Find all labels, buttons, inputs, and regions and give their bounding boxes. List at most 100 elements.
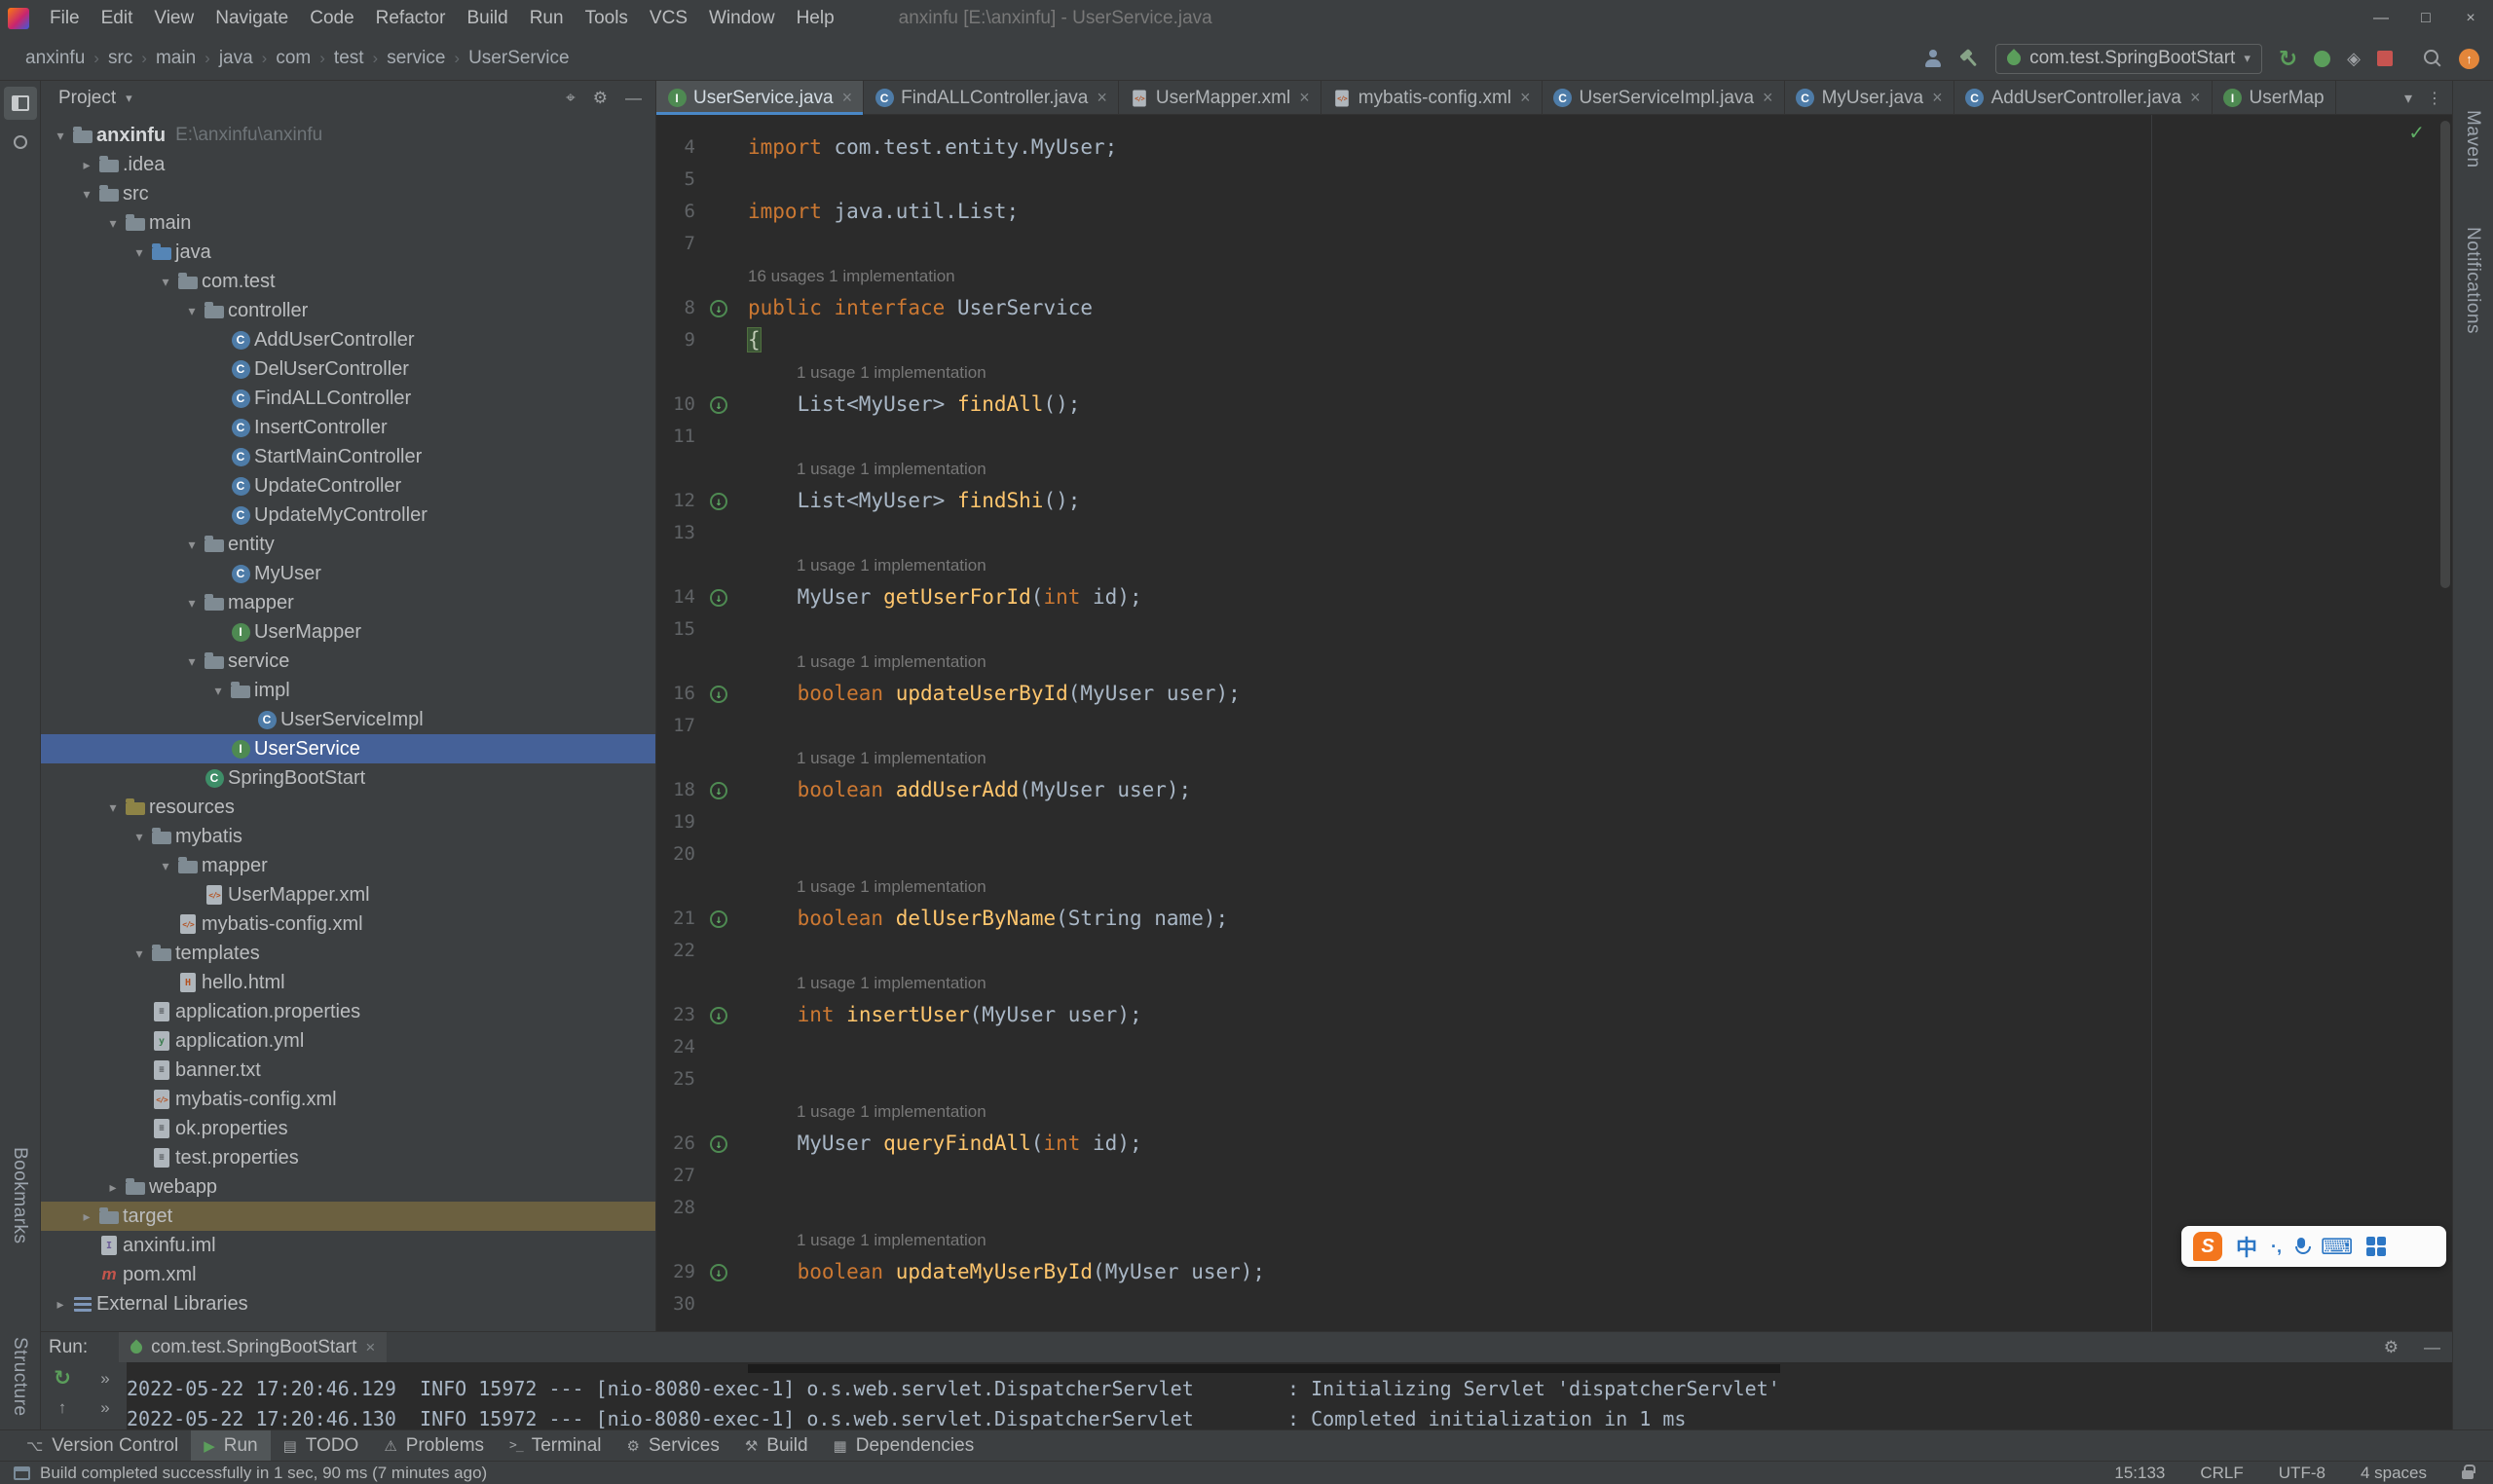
coverage-button[interactable]: ◈: [2347, 49, 2361, 69]
rerun-button[interactable]: ↻: [2279, 46, 2297, 72]
tree-item-idea[interactable]: ▸ .idea: [41, 150, 655, 179]
notifications-tool-button[interactable]: Notifications: [2462, 227, 2483, 334]
implemented-marker-icon[interactable]: ↓: [710, 1006, 727, 1024]
implemented-marker-icon[interactable]: ↓: [710, 909, 727, 928]
tree-chevron-icon[interactable]: ▾: [206, 683, 230, 699]
tree-item-test-properties[interactable]: ≡ test.properties: [41, 1143, 655, 1172]
menu-code[interactable]: Code: [299, 0, 364, 37]
usages-hint[interactable]: 1 usage 1 implementation: [791, 742, 986, 774]
menu-tools[interactable]: Tools: [575, 0, 639, 37]
editor[interactable]: 4 import com.test.entity.MyUser; 5 6 import …: [656, 115, 2452, 1331]
tab-close-icon[interactable]: ×: [1932, 88, 1943, 108]
tree-item-delusercontroller[interactable]: C DelUserController: [41, 354, 655, 384]
breadcrumb-java[interactable]: java: [219, 48, 253, 69]
run-configuration-select[interactable]: com.test.SpringBootStart ▾: [1995, 43, 2262, 74]
bookmarks-tool-button[interactable]: Bookmarks: [9, 1147, 30, 1244]
tree-item-com-test[interactable]: ▾ com.test: [41, 267, 655, 296]
tool-button-build[interactable]: ⚒ Build: [732, 1430, 821, 1462]
structure-tool-button[interactable]: Structure: [9, 1337, 30, 1417]
tree-chevron-icon[interactable]: ▾: [180, 537, 204, 553]
implemented-marker-icon[interactable]: ↓: [710, 492, 727, 510]
tool-button-services[interactable]: ⚙ Services: [614, 1430, 732, 1462]
tool-button-version-control[interactable]: ⌥ Version Control: [14, 1430, 191, 1462]
tree-chevron-icon[interactable]: ▸: [101, 1179, 125, 1196]
tree-chevron-icon[interactable]: ▸: [75, 1208, 98, 1225]
breadcrumb-src[interactable]: src: [108, 48, 132, 69]
chevron-down-icon[interactable]: ▾: [126, 91, 132, 106]
tree-item-usermapper[interactable]: I UserMapper: [41, 617, 655, 647]
menu-window[interactable]: Window: [698, 0, 786, 37]
tree-item-myuser[interactable]: C MyUser: [41, 559, 655, 588]
lock-icon[interactable]: [2462, 1465, 2475, 1479]
window-maximize-button[interactable]: □: [2403, 0, 2448, 37]
editor-tab-userserviceimpl-java[interactable]: C UserServiceImpl.java ×: [1543, 81, 1785, 115]
run-console-tab[interactable]: com.test.SpringBootStart ×: [119, 1332, 388, 1362]
usages-hint[interactable]: 1 usage 1 implementation: [791, 967, 986, 999]
implemented-marker-icon[interactable]: ↓: [710, 299, 727, 317]
microphone-icon[interactable]: [2295, 1238, 2312, 1255]
implemented-marker-icon[interactable]: ↓: [710, 1134, 727, 1153]
editor-tab-mybatis-config-xml[interactable]: </> mybatis-config.xml ×: [1321, 81, 1543, 115]
tree-item-service[interactable]: ▾ service: [41, 647, 655, 676]
usages-hint[interactable]: 1 usage 1 implementation: [791, 646, 986, 678]
project-tool-button[interactable]: [4, 87, 37, 120]
window-minimize-button[interactable]: —: [2359, 0, 2403, 37]
tab-close-icon[interactable]: ×: [1097, 88, 1107, 108]
tree-chevron-icon[interactable]: ▾: [128, 244, 151, 261]
tree-item-updatemycontroller[interactable]: C UpdateMyController: [41, 501, 655, 530]
implemented-marker-icon[interactable]: ↓: [710, 685, 727, 703]
tree-chevron-icon[interactable]: ▾: [180, 595, 204, 612]
window-icon[interactable]: [14, 1465, 30, 1480]
tree-item-addusercontroller[interactable]: C AddUserController: [41, 325, 655, 354]
editor-tab-findallcontroller-java[interactable]: C FindALLController.java ×: [864, 81, 1119, 115]
tree-item-updatecontroller[interactable]: C UpdateController: [41, 471, 655, 501]
tree-item-webapp[interactable]: ▸ webapp: [41, 1172, 655, 1202]
tree-chevron-icon[interactable]: ▾: [49, 128, 72, 144]
ide-update-icon[interactable]: ↑: [2459, 48, 2479, 69]
tree-chevron-icon[interactable]: ▾: [128, 829, 151, 845]
menu-help[interactable]: Help: [786, 0, 845, 37]
tree-chevron-icon[interactable]: ▾: [75, 186, 98, 203]
tree-item-insertcontroller[interactable]: C InsertController: [41, 413, 655, 442]
hide-panel-icon[interactable]: —: [2424, 1338, 2440, 1357]
editor-tab-myuser-java[interactable]: C MyUser.java ×: [1785, 81, 1954, 115]
editor-tab-usermapper-xml[interactable]: </> UserMapper.xml ×: [1119, 81, 1321, 115]
tree-chevron-icon[interactable]: ▾: [180, 653, 204, 670]
build-hammer-icon[interactable]: [1959, 49, 1979, 68]
tree-item-controller[interactable]: ▾ controller: [41, 296, 655, 325]
console-line-2[interactable]: 2022-05-22 17:20:46.130 INFO 15972 --- […: [127, 1404, 2493, 1429]
tree-item-src[interactable]: ▾ src: [41, 179, 655, 208]
user-icon[interactable]: [1923, 49, 1943, 68]
usages-hint[interactable]: 1 usage 1 implementation: [791, 356, 986, 389]
tab-close-icon[interactable]: ×: [1299, 88, 1310, 108]
tree-chevron-icon[interactable]: ▾: [101, 799, 125, 816]
tree-item-external-libraries[interactable]: ▸ External Libraries: [41, 1289, 655, 1318]
maven-tool-button[interactable]: Maven: [2462, 110, 2483, 168]
console[interactable]: 2022-05-22 17:20:46.129 INFO 15972 --- […: [127, 1362, 2493, 1429]
tree-chevron-icon[interactable]: ▾: [101, 215, 125, 232]
tree-item-anxinfu[interactable]: ▾ anxinfu E:\anxinfu\anxinfu: [41, 121, 655, 150]
tree-item-application-properties[interactable]: ≡ application.properties: [41, 997, 655, 1026]
usages-hint[interactable]: 1 usage 1 implementation: [791, 453, 986, 485]
tree-item-resources[interactable]: ▾ resources: [41, 793, 655, 822]
tree-item-mybatis[interactable]: ▾ mybatis: [41, 822, 655, 851]
indent-style[interactable]: 4 spaces: [2361, 1464, 2427, 1483]
editor-tab-usermap[interactable]: I UserMap: [2213, 81, 2336, 115]
breadcrumb-anxinfu[interactable]: anxinfu: [25, 48, 85, 69]
usages-hint[interactable]: 1 usage 1 implementation: [791, 1224, 986, 1256]
status-message[interactable]: Build completed successfully in 1 sec, 9…: [40, 1464, 487, 1483]
commit-tool-button[interactable]: [4, 126, 37, 159]
tree-chevron-icon[interactable]: ▾: [128, 946, 151, 962]
tab-close-icon[interactable]: ×: [1520, 88, 1531, 108]
usages-hint[interactable]: 1 usage 1 implementation: [791, 549, 986, 581]
stop-button[interactable]: [2377, 51, 2393, 66]
tree-item-impl[interactable]: ▾ impl: [41, 676, 655, 705]
breadcrumb-service[interactable]: service: [387, 48, 445, 69]
tree-item-findallcontroller[interactable]: C FindALLController: [41, 384, 655, 413]
breadcrumb-userservice[interactable]: UserService: [468, 48, 569, 69]
breadcrumb-com[interactable]: com: [276, 48, 311, 69]
tree-item-templates[interactable]: ▾ templates: [41, 939, 655, 968]
tree-item-userservice[interactable]: I UserService: [41, 734, 655, 763]
rerun-button[interactable]: ↻: [41, 1365, 84, 1391]
menu-view[interactable]: View: [143, 0, 205, 37]
